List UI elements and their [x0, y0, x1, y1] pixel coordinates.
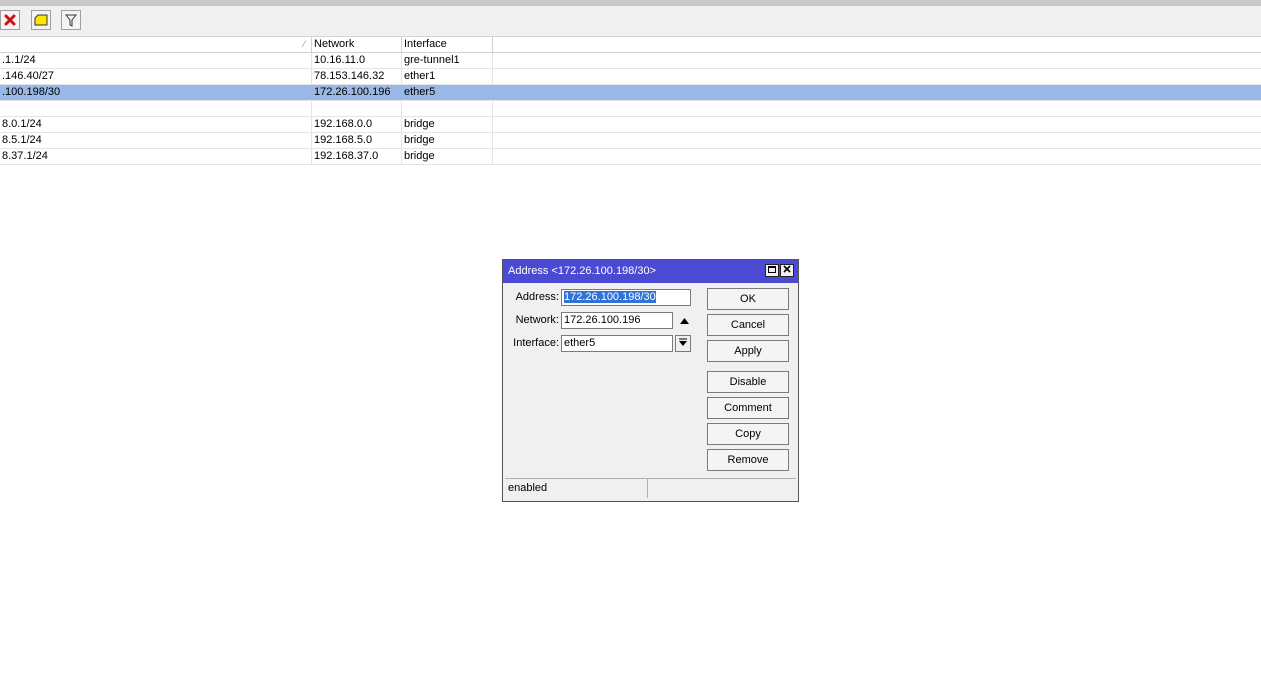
- table-row[interactable]: ‎.146.40/27‎ 78.153.146.32 ether1: [0, 69, 1261, 85]
- table-row[interactable]: ‎8.37.1/24‎ 192.168.37.0 bridge: [0, 149, 1261, 165]
- network-label: Network:: [515, 314, 559, 326]
- table-row[interactable]: ‎8.5.1/24‎ 192.168.5.0 bridge: [0, 133, 1261, 149]
- address-cell: ‎8.5.1/24‎: [0, 133, 312, 148]
- apply-button[interactable]: Apply: [707, 340, 789, 362]
- network-cell: 78.153.146.32: [312, 69, 402, 84]
- ok-button[interactable]: OK: [707, 288, 789, 310]
- table-body: ‎.1.1/24‎ 10.16.11.0 gre-tunnel1 ‎.146.40/2…: [0, 53, 1261, 165]
- network-expand-button[interactable]: [676, 312, 692, 329]
- network-cell: 192.168.5.0: [312, 133, 402, 148]
- dialog-titlebar[interactable]: Address <172.26.100.198/30>: [503, 260, 798, 283]
- filter-icon: [65, 14, 77, 27]
- dropdown-arrow-icon: [679, 338, 687, 350]
- remove-dialog-button[interactable]: Remove: [707, 449, 789, 471]
- table-row[interactable]: ‎.100.198/30‎ 172.26.100.196 ether5: [0, 85, 1261, 101]
- remove-button[interactable]: [0, 10, 20, 30]
- triangle-up-icon: [679, 315, 689, 327]
- address-value: 172.26.100.198/30: [564, 291, 656, 303]
- dialog-title: Address <172.26.100.198/30>: [508, 265, 657, 277]
- address-field[interactable]: 172.26.100.198/30: [561, 289, 691, 306]
- interface-cell: [402, 101, 493, 116]
- interface-cell: ether1: [402, 69, 493, 84]
- table-row[interactable]: ‎8.0.1/24‎ 192.168.0.0 bridge: [0, 117, 1261, 133]
- remove-icon: [4, 14, 16, 26]
- network-cell: 192.168.0.0: [312, 117, 402, 132]
- comment-dialog-button[interactable]: Comment: [707, 397, 789, 419]
- status-text: enabled: [505, 479, 648, 498]
- disable-button[interactable]: Disable: [707, 371, 789, 393]
- network-cell: [312, 101, 402, 116]
- network-field[interactable]: 172.26.100.196: [561, 312, 673, 329]
- address-cell: ‎.146.40/27‎: [0, 69, 312, 84]
- address-list-table: ⁄ Network Interface ‎.1.1/24‎ 10.16.11.0 g…: [0, 37, 1261, 165]
- maximize-button[interactable]: [765, 264, 779, 277]
- close-button[interactable]: [780, 264, 794, 277]
- interface-cell: ether5: [402, 85, 493, 100]
- interface-cell: bridge: [402, 133, 493, 148]
- table-row[interactable]: ‎‎: [0, 101, 1261, 117]
- address-cell: ‎8.37.1/24‎: [0, 149, 312, 164]
- comment-icon: [34, 14, 48, 26]
- comment-button[interactable]: [31, 10, 51, 30]
- table-header: ⁄ Network Interface: [0, 37, 1261, 53]
- toolbar: [0, 6, 1261, 37]
- interface-dropdown-button[interactable]: [675, 335, 691, 352]
- address-dialog: Address <172.26.100.198/30> Address: 172…: [502, 259, 799, 502]
- interface-cell: gre-tunnel1: [402, 53, 493, 68]
- address-cell: ‎.100.198/30‎: [0, 85, 312, 100]
- address-label: Address:: [515, 291, 559, 303]
- interface-cell: bridge: [402, 117, 493, 132]
- network-cell: 192.168.37.0: [312, 149, 402, 164]
- dialog-status-bar: enabled: [505, 478, 796, 498]
- copy-button[interactable]: Copy: [707, 423, 789, 445]
- interface-label: Interface:: [513, 337, 559, 349]
- column-header-network[interactable]: Network: [312, 37, 402, 52]
- column-header-address[interactable]: ⁄: [0, 37, 312, 52]
- column-header-interface[interactable]: Interface: [402, 37, 493, 52]
- sort-indicator-icon: ⁄: [303, 39, 305, 49]
- filter-button[interactable]: [61, 10, 81, 30]
- close-icon: [783, 259, 791, 282]
- cancel-button[interactable]: Cancel: [707, 314, 789, 336]
- address-cell: ‎8.0.1/24‎: [0, 117, 312, 132]
- address-cell: ‎‎: [0, 101, 312, 116]
- interface-select[interactable]: ether5: [561, 335, 673, 352]
- network-value: 172.26.100.196: [564, 314, 641, 326]
- network-cell: 10.16.11.0: [312, 53, 402, 68]
- interface-cell: bridge: [402, 149, 493, 164]
- interface-value: ether5: [564, 337, 596, 349]
- table-row[interactable]: ‎.1.1/24‎ 10.16.11.0 gre-tunnel1: [0, 53, 1261, 69]
- maximize-icon: [768, 259, 776, 282]
- address-cell: ‎.1.1/24‎: [0, 53, 312, 68]
- network-cell: 172.26.100.196: [312, 85, 402, 100]
